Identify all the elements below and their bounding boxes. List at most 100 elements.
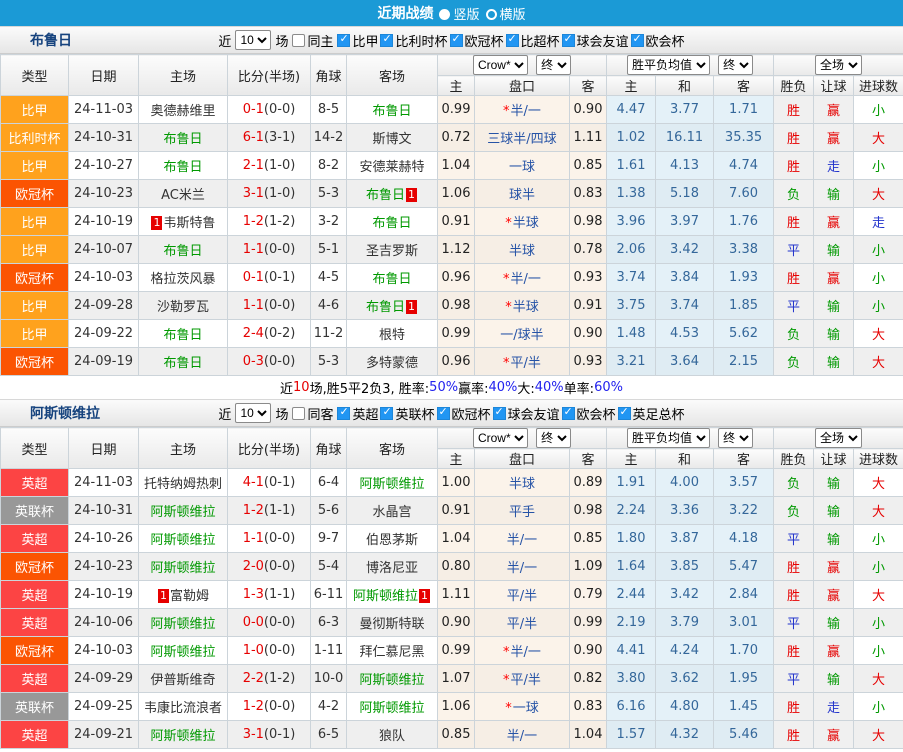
corner-cell: 8-5 <box>310 95 347 124</box>
league-filter[interactable]: 英足总杯 <box>617 404 685 423</box>
date-cell: 24-09-29 <box>68 664 139 693</box>
avg-home-cell: 1.48 <box>606 319 657 348</box>
avg-final-select[interactable]: 终 <box>718 428 754 448</box>
near-label: 近 <box>218 407 232 423</box>
match-row: 欧冠杯 24-10-23 AC米兰 3-1(1-0) 5-3 布鲁日 1 1.06 球半 0.83… <box>0 179 903 208</box>
league-filter[interactable]: 球会友谊 <box>561 31 629 50</box>
goals-result-cell: 大 <box>853 496 903 525</box>
date-cell: 24-10-31 <box>68 123 139 152</box>
league-filter[interactable]: 球会友谊 <box>492 404 560 423</box>
radio-unselected-icon[interactable] <box>485 8 497 20</box>
match-row: 比甲 24-09-28 沙勒罗瓦 1-1(0-0) 4-6 布鲁日 1 0.98 *半球 0.91… <box>0 291 903 320</box>
league-filter[interactable]: 比超杯 <box>505 31 560 50</box>
checkbox-checked-icon[interactable] <box>337 405 351 420</box>
avg-home-cell: 1.61 <box>606 151 657 180</box>
radio-selected-icon[interactable] <box>439 8 451 20</box>
league-filter[interactable]: 欧会杯 <box>630 31 685 50</box>
checkbox-checked-icon[interactable] <box>492 405 506 420</box>
avg-away-cell: 1.71 <box>713 95 775 124</box>
avg-home-cell: 2.24 <box>606 496 657 525</box>
scope-select[interactable]: 全场 <box>815 55 863 75</box>
league-filter[interactable]: 英超 <box>337 404 378 423</box>
avg-draw-cell: 4.80 <box>655 692 715 721</box>
checkbox-checked-icon[interactable] <box>449 32 463 47</box>
checkbox-checked-icon[interactable] <box>380 32 394 47</box>
league-filter[interactable]: 比甲 <box>337 31 378 50</box>
checkbox-checked-icon[interactable] <box>630 32 644 47</box>
league-filter[interactable]: 比利时杯 <box>380 31 448 50</box>
same-venue-filter[interactable]: 同客 <box>292 404 333 423</box>
layout-vertical-radio[interactable]: 竖版 <box>433 4 480 23</box>
avg-draw-cell: 3.36 <box>655 496 715 525</box>
red-card-badge: 1 <box>151 216 163 230</box>
checkbox-checked-icon[interactable] <box>561 405 575 420</box>
checkbox-unchecked-icon[interactable] <box>292 33 306 47</box>
checkbox-checked-icon[interactable] <box>380 405 394 420</box>
checkbox-checked-icon[interactable] <box>561 32 575 47</box>
match-row: 英超 24-10-19 1 富勒姆 1-3(1-1) 6-11 阿斯顿维拉 1 1.11 平/半 0… <box>0 580 903 609</box>
goals-result-cell: 小 <box>853 95 903 124</box>
avg-type-select[interactable]: 胜平负均值 <box>626 428 710 448</box>
avg-home-cell: 3.74 <box>606 263 657 292</box>
odds-company-select[interactable]: Crow* <box>472 428 528 448</box>
league-cell: 英联杯 <box>0 692 69 721</box>
same-venue-filter[interactable]: 同主 <box>292 31 333 50</box>
away-odds-cell: 0.82 <box>568 664 608 693</box>
odds-company-select[interactable]: Crow* <box>472 55 528 75</box>
away-odds-cell: 0.90 <box>568 636 608 665</box>
layout-horizontal-radio[interactable]: 横版 <box>480 4 526 23</box>
sub-avg-draw: 和 <box>655 448 715 469</box>
vertical-label: 竖版 <box>453 7 480 23</box>
red-card-badge: 1 <box>406 188 417 202</box>
home-odds-cell: 1.12 <box>437 235 475 264</box>
handicap-cell: 半/一 <box>474 720 570 749</box>
avg-away-cell: 2.84 <box>713 580 775 609</box>
home-team: 格拉茨风暴 <box>138 263 228 292</box>
home-odds-cell: 0.72 <box>437 123 475 152</box>
home-team: 1 韦斯特鲁 <box>138 207 228 236</box>
avg-away-cell: 1.85 <box>713 291 775 320</box>
handicap-result-cell: 赢 <box>813 580 855 609</box>
corner-cell: 5-3 <box>310 347 347 376</box>
recent-count-select[interactable]: 10 <box>235 403 272 423</box>
league-filter-label: 比利时杯 <box>395 34 448 50</box>
away-team: 布鲁日 <box>346 207 438 236</box>
checkbox-checked-icon[interactable] <box>436 405 450 420</box>
league-filter-label: 球会友谊 <box>507 407 560 423</box>
avg-final-select[interactable]: 终 <box>718 55 754 75</box>
handicap-cell: 三球半/四球 <box>474 123 570 152</box>
odds-final-select[interactable]: 终 <box>536 428 572 448</box>
avg-draw-cell: 4.53 <box>655 319 715 348</box>
scope-select[interactable]: 全场 <box>815 428 863 448</box>
avg-away-cell: 1.95 <box>713 664 775 693</box>
league-filter[interactable]: 英联杯 <box>380 404 435 423</box>
handicap-result-cell: 走 <box>813 151 855 180</box>
home-odds-cell: 1.04 <box>437 524 475 553</box>
corner-cell: 9-7 <box>310 524 347 553</box>
league-filter[interactable]: 欧冠杯 <box>449 31 504 50</box>
score-cell: 3-1(0-1) <box>227 720 311 749</box>
avg-away-cell: 7.60 <box>713 179 775 208</box>
recent-count-select[interactable]: 10 <box>235 30 272 50</box>
col-type: 类型 <box>0 54 69 96</box>
away-team: 圣吉罗斯 <box>346 235 438 264</box>
avg-draw-cell: 4.13 <box>655 151 715 180</box>
avg-home-cell: 4.41 <box>606 636 657 665</box>
handicap-cell: 半/一 <box>474 552 570 581</box>
avg-type-select[interactable]: 胜平负均值 <box>626 55 710 75</box>
odds-final-select[interactable]: 终 <box>536 55 572 75</box>
home-odds-cell: 1.07 <box>437 664 475 693</box>
score-cell: 1-2(0-0) <box>227 692 311 721</box>
league-filter[interactable]: 欧冠杯 <box>436 404 491 423</box>
checkbox-checked-icon[interactable] <box>337 32 351 47</box>
league-filter[interactable]: 欧会杯 <box>561 404 616 423</box>
avg-away-cell: 5.46 <box>713 720 775 749</box>
handicap-cell: *平/半 <box>474 664 570 693</box>
league-cell: 欧冠杯 <box>0 552 69 581</box>
avg-away-cell: 1.76 <box>713 207 775 236</box>
handicap-cell: *半/一 <box>474 95 570 124</box>
checkbox-checked-icon[interactable] <box>505 32 519 47</box>
checkbox-unchecked-icon[interactable] <box>292 406 306 420</box>
avg-group: 胜平负均值 终 <box>606 427 775 449</box>
checkbox-checked-icon[interactable] <box>617 405 631 420</box>
